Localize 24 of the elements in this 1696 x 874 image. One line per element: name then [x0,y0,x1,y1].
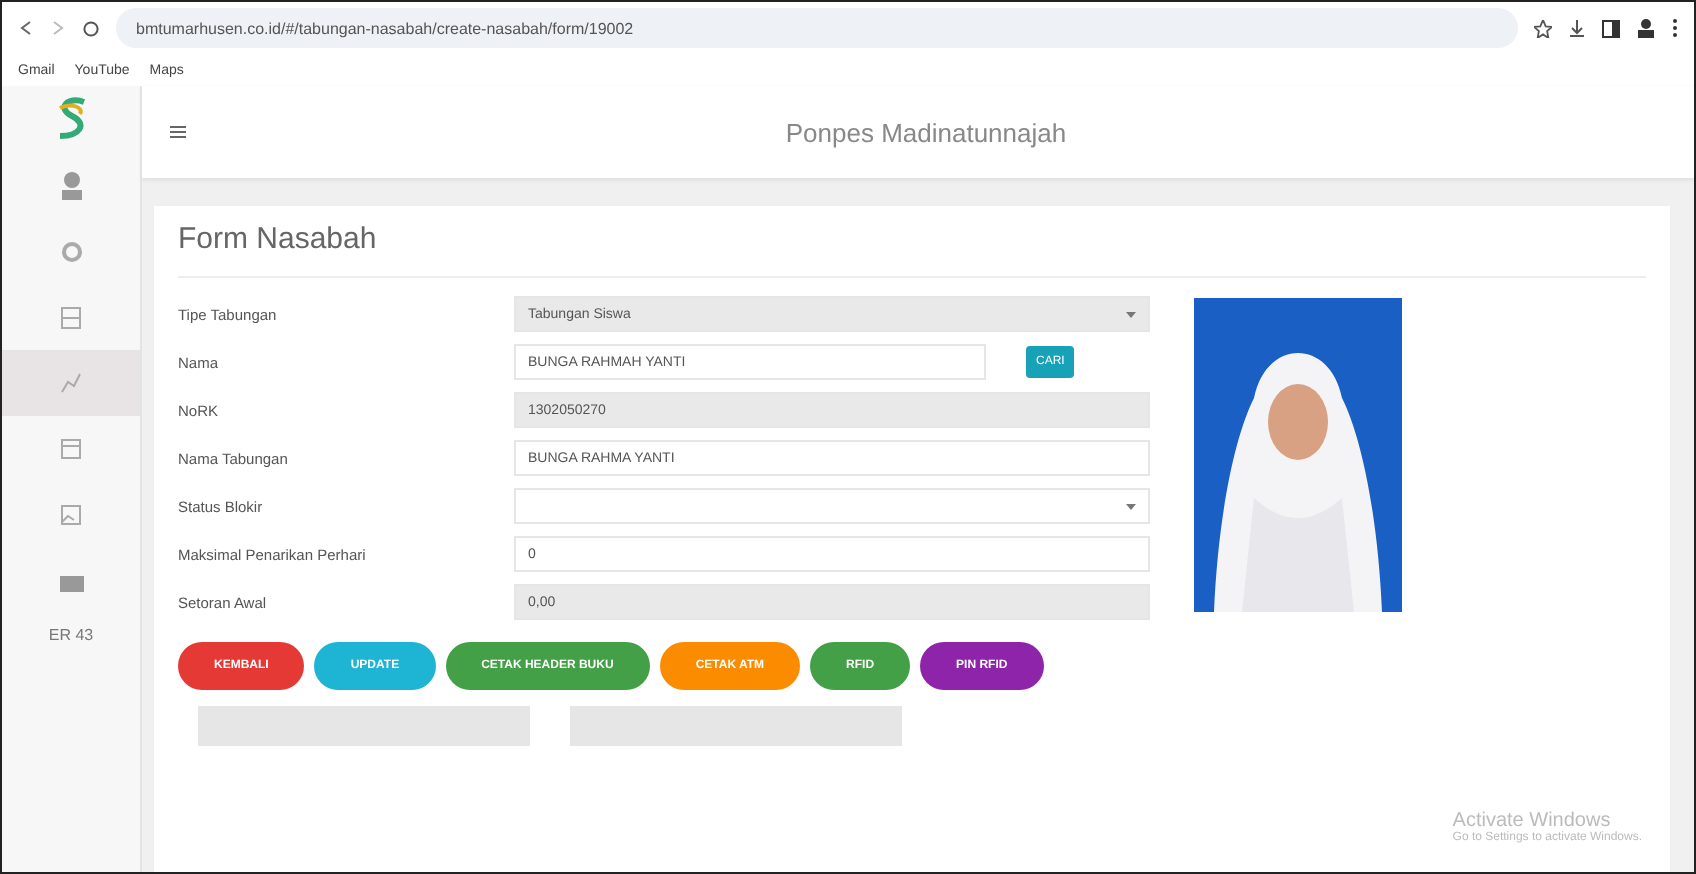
image-icon [60,504,82,526]
menu-icon[interactable] [1672,18,1678,38]
star-icon[interactable] [1534,19,1552,37]
address-bar[interactable]: bmtumarhusen.co.id/#/tabungan-nasabah/create-nasabah/form/19002 [116,8,1518,48]
user-icon [59,169,83,201]
sidebar-footer: ER 43 [2,626,140,644]
reload-icon[interactable] [82,19,100,37]
back-icon[interactable] [18,20,34,36]
sidebar-icon[interactable] [1602,19,1620,37]
app-title: Ponpes Madinatunnajah [783,117,1069,147]
profile-icon[interactable] [1636,18,1656,38]
caret-icon [1126,311,1136,317]
menu-icon[interactable] [170,126,186,138]
forward-icon[interactable] [50,20,66,36]
settings-icon [59,239,83,263]
grid-icon [60,305,82,329]
download-icon[interactable] [1568,19,1586,37]
select-field[interactable] [514,488,1150,524]
form-title: Form Nasabah [178,222,1646,278]
table-icon [60,438,82,460]
briefcase-icon [59,571,83,591]
notice-title: Activate Windows [1452,810,1611,832]
caret-icon [1126,503,1136,509]
chart-icon [60,372,82,394]
